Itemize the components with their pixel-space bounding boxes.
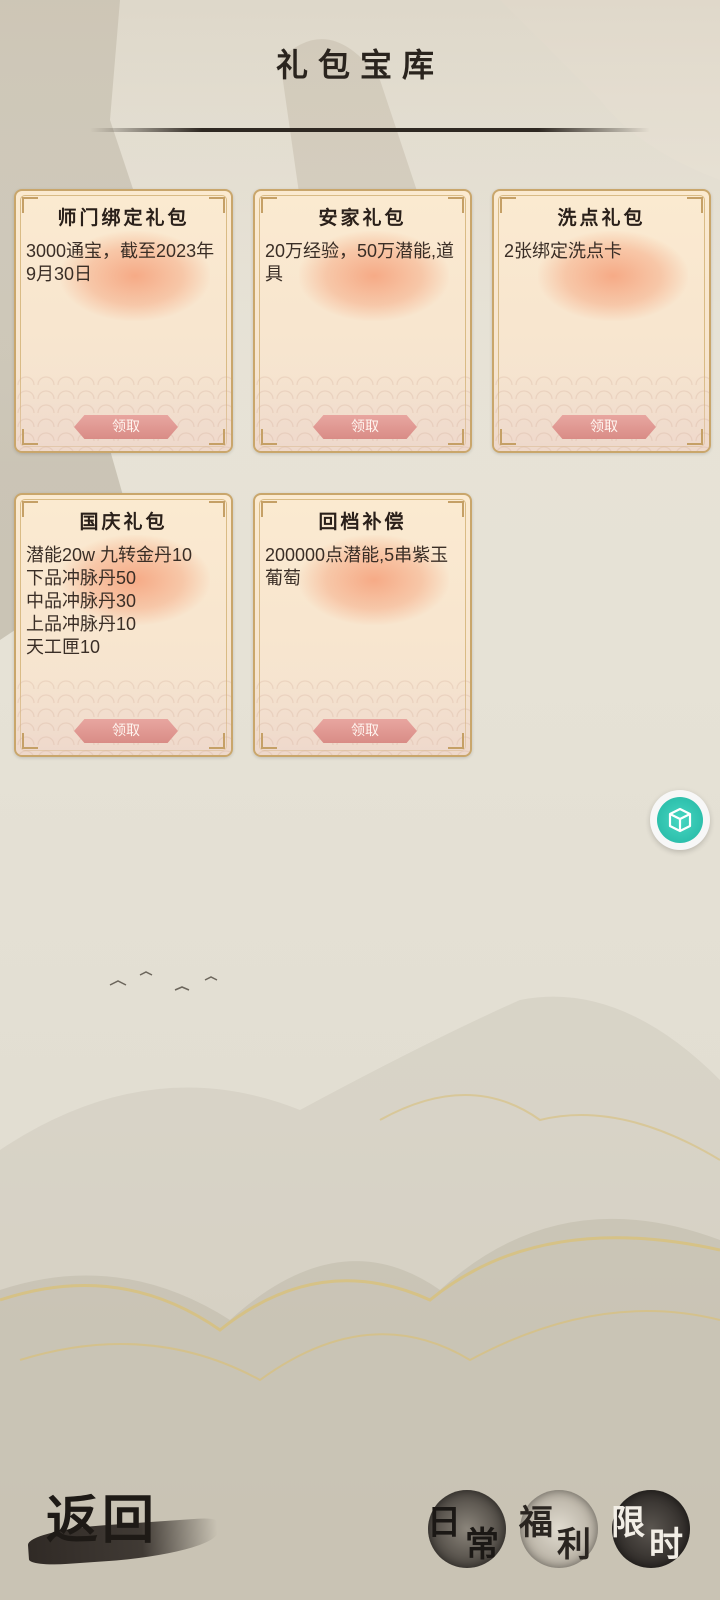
claim-button[interactable]: 领取 xyxy=(74,719,178,743)
limited-label-char: 时 xyxy=(649,1524,683,1565)
corner-ornament xyxy=(448,733,464,749)
gift-description: 3000通宝，截至2023年9月30日 xyxy=(26,241,215,284)
claim-button[interactable]: 领取 xyxy=(552,415,656,439)
gift-title: 洗点礼包 xyxy=(557,207,646,229)
title-underline xyxy=(90,128,650,132)
gift-title: 回档补偿 xyxy=(318,511,407,533)
gift-card: 回档补偿 200000点潜能,5串紫玉葡萄 领取 xyxy=(253,493,472,757)
corner-ornament xyxy=(500,429,516,445)
corner-ornament xyxy=(448,429,464,445)
corner-ornament xyxy=(22,429,38,445)
corner-ornament xyxy=(22,733,38,749)
gift-description: 2张绑定洗点卡 xyxy=(504,241,623,261)
gift-description: 20万经验，50万潜能,道具 xyxy=(265,241,455,284)
floating-assistant-button[interactable] xyxy=(650,790,710,850)
cube-icon xyxy=(657,797,703,843)
gift-description: 200000点潜能,5串紫玉葡萄 xyxy=(265,545,449,588)
limited-label-char: 限 xyxy=(611,1502,645,1543)
wave-pattern xyxy=(16,371,231,451)
wave-pattern xyxy=(255,675,470,755)
back-button[interactable]: 返回 xyxy=(26,1478,220,1567)
wave-pattern xyxy=(494,371,709,451)
gift-title: 师门绑定礼包 xyxy=(57,207,190,229)
welfare-tab-button[interactable]: 福 利 xyxy=(519,1490,598,1568)
welfare-label-char: 利 xyxy=(557,1524,591,1565)
gift-title: 安家礼包 xyxy=(318,207,407,229)
page-title: 礼包宝库 xyxy=(275,46,444,84)
welfare-label-char: 福 xyxy=(519,1502,553,1543)
gift-card: 国庆礼包 潜能20w 九转金丹10 下品冲脉丹50 中品冲脉丹30 上品冲脉丹1… xyxy=(14,493,233,757)
claim-button[interactable]: 领取 xyxy=(313,719,417,743)
claim-button[interactable]: 领取 xyxy=(74,415,178,439)
back-label: 返回 xyxy=(46,1490,159,1551)
gift-card: 安家礼包 20万经验，50万潜能,道具 领取 xyxy=(253,189,472,453)
corner-ornament xyxy=(261,429,277,445)
wave-pattern xyxy=(255,371,470,451)
gift-card: 洗点礼包 2张绑定洗点卡 领取 xyxy=(492,189,711,453)
limited-tab-button[interactable]: 限 时 xyxy=(611,1490,690,1568)
daily-tab-button[interactable]: 日 常 xyxy=(427,1490,506,1568)
wave-pattern xyxy=(16,675,231,755)
claim-button[interactable]: 领取 xyxy=(313,415,417,439)
daily-label-char: 日 xyxy=(427,1502,461,1543)
corner-ornament xyxy=(209,733,225,749)
gift-description: 潜能20w 九转金丹10 下品冲脉丹50 中品冲脉丹30 上品冲脉丹10 天工匣… xyxy=(26,545,193,657)
corner-ornament xyxy=(261,733,277,749)
daily-label-char: 常 xyxy=(465,1524,499,1565)
corner-ornament xyxy=(687,429,703,445)
gift-card: 师门绑定礼包 3000通宝，截至2023年9月30日 领取 xyxy=(14,189,233,453)
corner-ornament xyxy=(209,429,225,445)
gift-title: 国庆礼包 xyxy=(79,511,168,533)
